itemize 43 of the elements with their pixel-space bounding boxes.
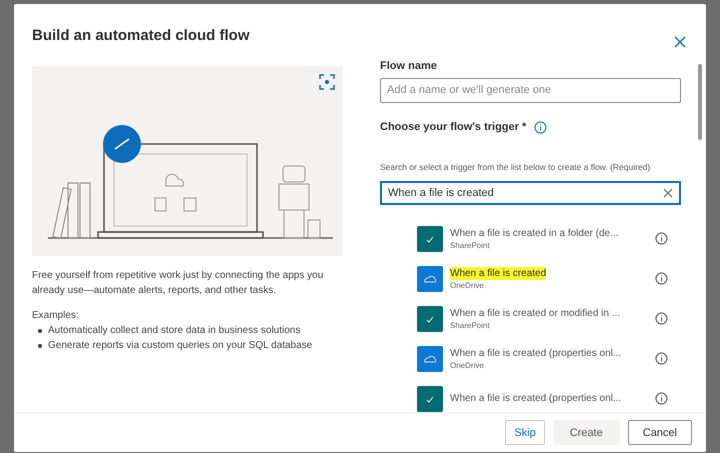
trigger-title: When a file is created (properties onl...	[450, 346, 622, 360]
clear-icon[interactable]	[663, 188, 673, 198]
trigger-item[interactable]: When a file is created (properties onl... OneDrive	[380, 338, 681, 379]
trigger-title: When a file is created	[450, 266, 546, 280]
focus-icon[interactable]	[319, 74, 335, 90]
trigger-title: When a file is created or modified in ...	[450, 306, 620, 320]
flow-name-field[interactable]: Add a name or we'll generate one	[380, 78, 681, 103]
trigger-search-field[interactable]: When a file is created	[380, 180, 681, 205]
trigger-source: SharePoint	[450, 320, 491, 331]
trigger-source: SharePoint	[450, 240, 491, 251]
dialog-title: Build an automated cloud flow	[32, 26, 250, 44]
dialog-button[interactable]: Skip	[505, 420, 545, 445]
close-icon[interactable]	[674, 36, 686, 48]
bullet-icon	[38, 344, 42, 348]
hint-text: Search or select a trigger from the list below to create a flow. (Required)	[380, 162, 652, 172]
info-icon[interactable]	[655, 352, 668, 366]
examples-label: Examples:	[32, 309, 80, 323]
bullet-icon	[38, 328, 42, 332]
trigger-item[interactable]: When a file is created (properties onl...	[380, 378, 681, 412]
example-text: Automatically collect and store data in business solutions	[48, 324, 300, 338]
app-icon	[417, 346, 443, 372]
trigger-item[interactable]: When a file is created in a folder (de... SharePoint	[380, 218, 681, 259]
trigger-title: When a file is created (properties onl...	[450, 392, 622, 406]
dialog-button[interactable]: Cancel	[628, 420, 692, 445]
info-icon[interactable]	[655, 232, 668, 246]
info-icon[interactable]	[655, 272, 668, 286]
example-text: Generate reports via custom queries on your SQL database	[48, 339, 312, 353]
dialog-button[interactable]: Create	[552, 420, 620, 445]
trigger-item[interactable]: When a file is created or modified in ... SharePoint	[380, 298, 681, 339]
app-icon	[417, 386, 443, 412]
field-label: Flow name	[380, 60, 438, 72]
trigger-title: When a file is created in a folder (de...	[450, 226, 618, 240]
trigger-item[interactable]: When a file is created OneDrive	[380, 258, 681, 299]
app-icon	[417, 266, 443, 292]
trigger-source: OneDrive	[450, 360, 485, 371]
info-icon[interactable]	[655, 392, 668, 406]
info-icon[interactable]	[534, 120, 548, 134]
app-icon	[417, 306, 443, 332]
info-icon[interactable]	[655, 312, 668, 326]
app-icon	[417, 226, 443, 252]
description-text: Free yourself from repetitive work just by connecting the apps you already use—automate alerts, reports, and other tasks.	[32, 269, 324, 298]
field-label: Choose your flow's trigger *	[380, 121, 526, 134]
trigger-source: OneDrive	[450, 280, 485, 291]
